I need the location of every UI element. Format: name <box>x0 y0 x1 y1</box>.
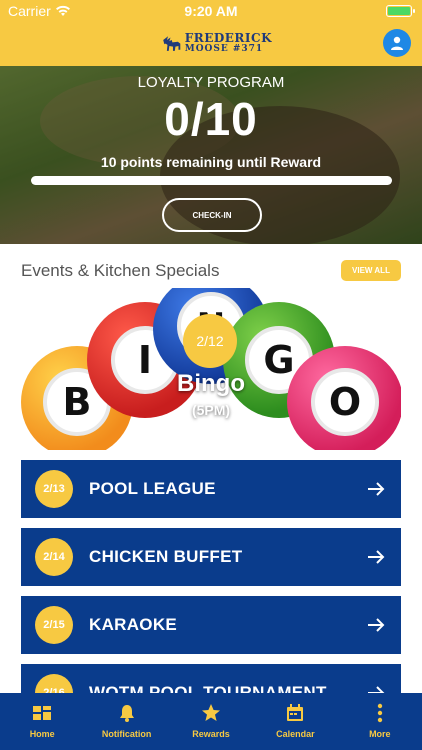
tab-notification[interactable]: Notification <box>84 693 168 750</box>
battery-icon <box>386 5 415 17</box>
event-row[interactable]: 2/14 CHICKEN BUFFET <box>21 528 401 586</box>
status-bar: Carrier 9:20 AM <box>0 0 422 22</box>
user-icon <box>391 36 403 50</box>
bingo-ball-o: O <box>287 346 401 450</box>
tab-home[interactable]: Home <box>0 693 84 750</box>
tab-bar: Home Notification Rewards Calendar More <box>0 693 422 750</box>
event-name: KARAOKE <box>89 615 178 634</box>
logo-subtitle: MOOSE #371 <box>184 44 264 54</box>
event-row[interactable]: 2/15 KARAOKE <box>21 596 401 654</box>
tab-label: Home <box>29 729 55 739</box>
status-time: 9:20 AM <box>184 3 238 19</box>
arrow-right-icon <box>368 482 385 496</box>
featured-event-time: (5PM) <box>191 402 231 418</box>
tab-label: Notification <box>101 729 152 739</box>
checkin-button[interactable]: CHECK-IN <box>162 198 262 232</box>
event-row[interactable]: 2/13 POOL LEAGUE <box>21 460 401 518</box>
event-date-badge: 2/14 <box>35 538 73 576</box>
loyalty-hero: LOYALTY PROGRAM 0/10 10 points remaining… <box>0 66 422 244</box>
tab-label: Rewards <box>192 729 230 739</box>
tab-label: Calendar <box>276 729 315 739</box>
loyalty-remaining: 10 points remaining until Reward <box>100 154 322 170</box>
bell-icon <box>119 705 134 722</box>
moose-logo-icon <box>163 36 181 51</box>
battery-fill <box>388 7 410 15</box>
home-grid-icon <box>33 706 52 720</box>
event-name: POOL LEAGUE <box>89 479 216 498</box>
events-title: Events & Kitchen Specials <box>21 261 220 280</box>
tab-label: More <box>369 729 391 739</box>
event-date-badge: 2/15 <box>35 606 73 644</box>
tab-calendar[interactable]: Calendar <box>253 693 337 750</box>
arrow-right-icon <box>368 550 385 564</box>
arrow-right-icon <box>368 618 385 632</box>
featured-event-card[interactable]: B I N G O 2/12 Bingo (5PM) <box>21 288 401 450</box>
featured-date-badge: 2/12 <box>183 314 237 368</box>
event-date-badge: 2/13 <box>35 470 73 508</box>
star-icon <box>202 704 221 721</box>
profile-button[interactable] <box>383 29 411 57</box>
event-name: CHICKEN BUFFET <box>89 547 243 566</box>
app-logo: FREDERICK MOOSE #371 <box>162 26 272 60</box>
loyalty-title: LOYALTY PROGRAM <box>137 74 285 91</box>
loyalty-progress-bar <box>31 176 392 185</box>
app-header: Carrier 9:20 AM FREDERICK MOOSE #371 <box>0 0 422 66</box>
featured-event-name: Bingo <box>177 370 245 397</box>
loyalty-points: 0/10 <box>164 93 258 145</box>
logo-title: FREDERICK <box>184 31 272 45</box>
tab-rewards[interactable]: Rewards <box>169 693 253 750</box>
view-all-button[interactable]: VIEW ALL <box>341 260 401 281</box>
calendar-icon <box>287 704 304 721</box>
tab-more[interactable]: More <box>338 693 422 750</box>
more-vertical-icon <box>377 703 383 723</box>
